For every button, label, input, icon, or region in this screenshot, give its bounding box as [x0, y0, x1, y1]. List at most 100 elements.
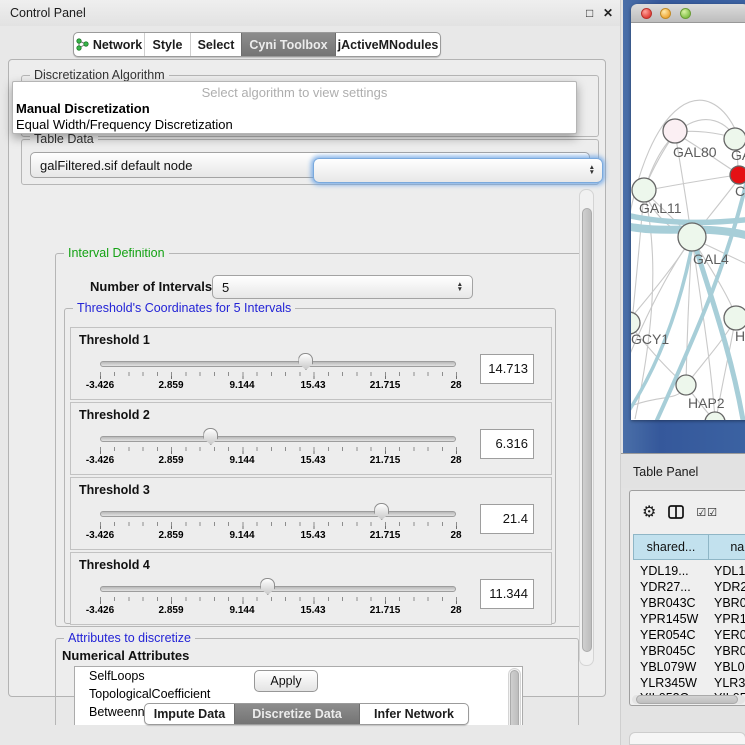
slider-thumb[interactable] [203, 428, 218, 445]
threshold-value-field[interactable]: 21.4 [480, 504, 534, 534]
node-partial-mid-right[interactable] [724, 306, 745, 330]
threshold-row: Threshold 1 -3.426 2.859 9.144 15.43 21.… [70, 327, 552, 400]
cyni-bottom-tabbar: Impute Data Discretize Data Infer Networ… [144, 703, 469, 725]
zoom-traffic-icon[interactable] [680, 8, 691, 19]
table-cell[interactable]: YBR043C [714, 595, 745, 611]
tab-jactivemnodules[interactable]: jActiveMNodules [335, 33, 440, 56]
close-traffic-icon[interactable] [641, 8, 652, 19]
node-hap2[interactable] [676, 375, 696, 395]
dropdown-option-manual[interactable]: Manual Discretization [13, 101, 576, 117]
table-cell[interactable]: YBR045C [640, 643, 706, 659]
table-cell[interactable]: YER054C [714, 627, 745, 643]
slider-thumb[interactable] [374, 503, 389, 520]
algorithm-combobox[interactable]: ▲▼ [313, 158, 603, 183]
threshold-row: Threshold 3 -3.426 2.859 9.144 15.43 21.… [70, 477, 552, 550]
list-scrollbar-thumb[interactable] [510, 670, 519, 725]
table-hscrollbar-thumb[interactable] [636, 695, 738, 704]
slider-track[interactable] [100, 586, 456, 592]
interval-definition-group: Interval Definition Number of Intervals … [55, 253, 585, 627]
node-label-gal11: GAL11 [639, 200, 682, 216]
table-cell[interactable]: YDL19... [714, 563, 745, 579]
node-label-partial-mid-right: H [735, 328, 745, 344]
table-cell[interactable]: YDL19... [640, 563, 706, 579]
node-label-gcy1: GCY1 [631, 331, 669, 347]
slider-minor-ticks [100, 597, 457, 601]
right-region: GAL80 GA C GAL11 GAL4 H GCY1 HAP2 Table … [620, 0, 745, 745]
number-of-intervals-label: Number of Intervals [90, 279, 212, 294]
node-gal80[interactable] [663, 119, 687, 143]
node-label-gal4: GAL4 [693, 251, 729, 267]
network-view-frame: GAL80 GA C GAL11 GAL4 H GCY1 HAP2 [623, 0, 745, 453]
table-cell[interactable]: YBR043C [640, 595, 706, 611]
slider-track[interactable] [100, 361, 456, 367]
table-cell[interactable]: YPR145W [714, 611, 745, 627]
slider-thumb[interactable] [298, 353, 313, 370]
combo-stepper-icon: ▲▼ [457, 282, 463, 292]
network-tab-icon [76, 38, 89, 51]
table-cell[interactable]: YBR045C [714, 643, 745, 659]
threshold-value-field[interactable]: 14.713 [480, 354, 534, 384]
threshold-slider[interactable] [100, 586, 456, 592]
threshold-row: Threshold 4 -3.426 2.859 9.144 15.43 21.… [70, 552, 552, 625]
node-label-hap2: HAP2 [688, 395, 725, 411]
table-cell[interactable]: YDR27... [640, 579, 706, 595]
tab-select[interactable]: Select [190, 33, 241, 56]
group-title: Table Data [30, 132, 98, 146]
column-header-name[interactable]: name [708, 534, 745, 560]
tab-cyni-toolbox[interactable]: Cyni Toolbox [241, 33, 335, 56]
threshold-slider[interactable] [100, 436, 456, 442]
node-red-selected[interactable] [730, 166, 745, 184]
tab-impute-data[interactable]: Impute Data [145, 704, 234, 724]
network-canvas[interactable]: GAL80 GA C GAL11 GAL4 H GCY1 HAP2 [631, 23, 745, 420]
slider-minor-ticks [100, 372, 457, 376]
threshold-slider[interactable] [100, 361, 456, 367]
threshold-value-field[interactable]: 11.344 [480, 579, 534, 609]
table-toolbar: ⚙ ☑☑ [630, 491, 745, 533]
panel-scrollbar-thumb[interactable] [582, 208, 592, 652]
bottom-panel-edge [629, 732, 745, 745]
group-title: Attributes to discretize [64, 631, 195, 645]
panel-scrollbar[interactable] [579, 189, 594, 666]
tab-discretize-data[interactable]: Discretize Data [234, 704, 359, 724]
control-panel-titlebar: Control Panel □ ✕ [0, 0, 620, 26]
combo-stepper-icon: ▲▼ [589, 165, 595, 175]
table-cell[interactable]: YLR345W [640, 675, 706, 691]
number-of-intervals-combobox[interactable]: 5 ▲▼ [212, 275, 473, 299]
slider-thumb[interactable] [260, 578, 275, 595]
tab-infer-network[interactable]: Infer Network [359, 704, 468, 724]
gear-icon[interactable]: ⚙ [642, 502, 656, 522]
table-cell[interactable]: YLR345W [714, 675, 745, 691]
slider-track[interactable] [100, 436, 456, 442]
threshold-value-field[interactable]: 6.316 [480, 429, 534, 459]
panel-title: Control Panel [10, 6, 86, 20]
checkbox-columns-icon[interactable]: ☑☑ [696, 506, 718, 519]
close-icon[interactable]: ✕ [603, 6, 613, 20]
apply-button[interactable]: Apply [254, 670, 318, 692]
settings-scroll-view: Interval Definition Number of Intervals … [21, 248, 587, 725]
node-gal11[interactable] [632, 178, 656, 202]
threshold-label: Threshold 1 [79, 333, 150, 347]
column-header-shared-name[interactable]: shared... [633, 534, 709, 560]
dropdown-option-equal-width[interactable]: Equal Width/Frequency Discretization [13, 117, 576, 133]
float-window-icon[interactable]: □ [586, 6, 593, 20]
threshold-row: Threshold 2 -3.426 2.859 9.144 15.43 21.… [70, 402, 552, 475]
node-label-partial-red: C [735, 183, 745, 199]
table-cell[interactable]: YER054C [640, 627, 706, 643]
group-title: Discretization Algorithm [30, 68, 169, 82]
screen: Control Panel □ ✕ Network Style Select C… [0, 0, 745, 745]
slider-track[interactable] [100, 511, 456, 517]
group-title: Threshold's Coordinates for 5 Intervals [73, 301, 295, 315]
table-cell[interactable]: YBL079W [714, 659, 745, 675]
node-gal4[interactable] [678, 223, 706, 251]
minimize-traffic-icon[interactable] [660, 8, 671, 19]
table-cell[interactable]: YDR27... [714, 579, 745, 595]
table-hscrollbar[interactable] [632, 695, 745, 704]
table-cell[interactable]: YBL079W [640, 659, 706, 675]
threshold-slider[interactable] [100, 511, 456, 517]
tab-network[interactable]: Network [74, 33, 144, 56]
list-scrollbar[interactable] [508, 668, 521, 725]
table-cell[interactable]: YPR145W [640, 611, 706, 627]
combo-value: 5 [222, 280, 229, 295]
tab-style[interactable]: Style [144, 33, 190, 56]
split-view-icon[interactable] [668, 505, 684, 519]
